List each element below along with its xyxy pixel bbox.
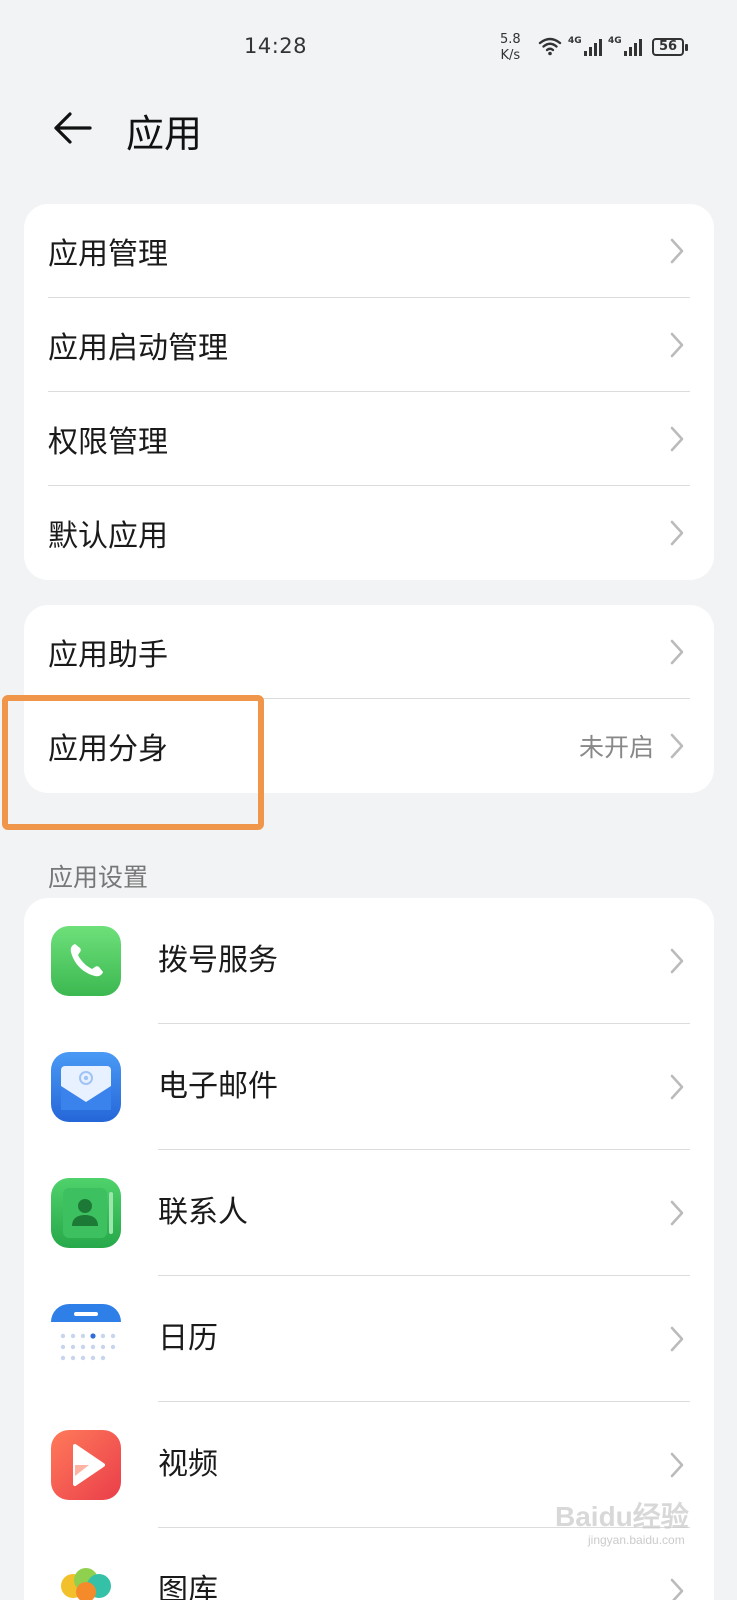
battery-icon: 56 [652,38,688,56]
network-tag-2: 4G [608,36,622,46]
watermark-logo: Baidu经验 [555,1501,689,1532]
contacts-icon [51,1178,121,1248]
chevron-right-icon [670,332,684,358]
status-time: 14:28 [244,34,308,58]
app-item-label: 视频 [158,1447,218,1482]
row-default-apps[interactable]: 默认应用 [24,486,714,580]
battery-level: 56 [658,39,678,54]
app-item-label: 联系人 [158,1195,248,1230]
calendar-icon [51,1304,121,1374]
signal-icon-1: 4G [568,36,602,56]
net-speed: 5.8 K/s [500,32,521,64]
video-icon [51,1430,121,1500]
app-item-label: 拨号服务 [158,943,278,978]
app-item-label: 日历 [158,1321,218,1356]
chevron-right-icon [670,1326,684,1352]
wifi-icon [538,37,562,56]
chevron-right-icon [670,426,684,452]
row-app-twin[interactable]: 应用分身 未开启 [24,699,714,793]
app-management-card: 应用管理 应用启动管理 权限管理 默认应用 [24,204,714,580]
chevron-right-icon [670,1074,684,1100]
chevron-right-icon [670,733,684,759]
back-arrow-icon[interactable] [50,106,94,150]
chevron-right-icon [670,1578,684,1600]
chevron-right-icon [670,520,684,546]
phone-icon [51,926,121,996]
chevron-right-icon [670,948,684,974]
chevron-right-icon [670,1452,684,1478]
app-assistant-card: 应用助手 应用分身 未开启 [24,605,714,793]
row-label: 权限管理 [48,425,168,460]
net-speed-unit: K/s [500,48,521,63]
row-label: 应用助手 [48,638,168,673]
row-permission-management[interactable]: 权限管理 [24,392,714,486]
app-item-label: 电子邮件 [158,1069,278,1104]
row-status-value: 未开启 [578,733,654,762]
row-app-management[interactable]: 应用管理 [24,204,714,298]
row-label: 应用管理 [48,237,168,272]
watermark-url: jingyan.baidu.com [588,1533,685,1547]
gallery-icon [51,1556,121,1600]
net-speed-value: 5.8 [500,32,521,47]
network-tag-1: 4G [568,36,582,46]
signal-icon-2: 4G [608,36,642,56]
row-app-assistant[interactable]: 应用助手 [24,605,714,699]
chevron-right-icon [670,238,684,264]
chevron-right-icon [670,639,684,665]
row-label: 应用启动管理 [48,331,228,366]
row-label: 应用分身 [48,732,168,767]
email-icon [51,1052,121,1122]
page-title: 应用 [126,112,203,156]
app-item-dialer[interactable]: 拨号服务 [24,898,714,1024]
app-item-calendar[interactable]: 日历 [24,1276,714,1402]
status-bar: 14:28 5.8 K/s 4G 4G 56 [0,0,737,96]
row-app-launch-management[interactable]: 应用启动管理 [24,298,714,392]
app-item-label: 图库 [158,1573,218,1600]
app-item-contacts[interactable]: 联系人 [24,1150,714,1276]
section-header-app-settings: 应用设置 [48,863,149,892]
chevron-right-icon [670,1200,684,1226]
status-icons: 4G 4G 56 [538,36,688,56]
row-label: 默认应用 [48,519,168,554]
app-item-email[interactable]: 电子邮件 [24,1024,714,1150]
